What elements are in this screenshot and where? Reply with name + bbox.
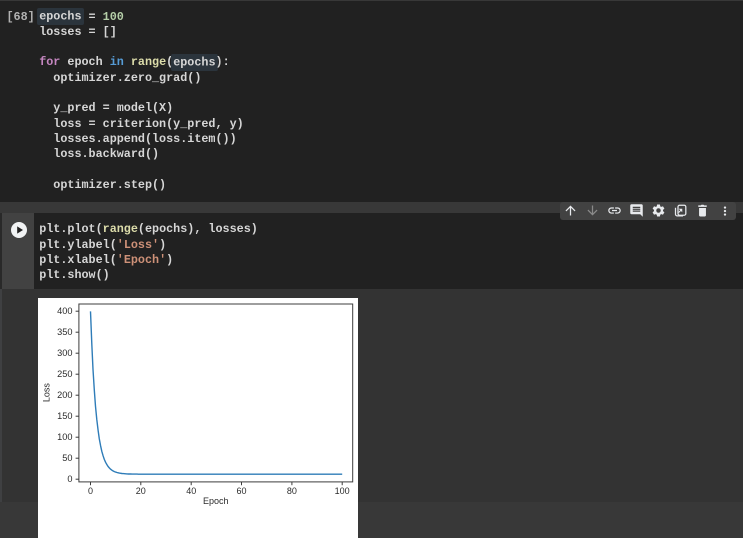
svg-text:60: 60	[236, 486, 246, 496]
svg-text:80: 80	[287, 486, 297, 496]
svg-text:150: 150	[57, 411, 72, 421]
svg-text:20: 20	[136, 486, 146, 496]
svg-text:100: 100	[334, 486, 349, 496]
svg-text:0: 0	[67, 474, 72, 484]
svg-text:300: 300	[57, 348, 72, 358]
svg-text:400: 400	[57, 306, 72, 316]
svg-text:Loss: Loss	[41, 382, 51, 402]
svg-text:200: 200	[57, 390, 72, 400]
svg-text:250: 250	[57, 369, 72, 379]
svg-text:100: 100	[57, 432, 72, 442]
svg-text:40: 40	[186, 486, 196, 496]
svg-text:350: 350	[57, 327, 72, 337]
svg-text:50: 50	[62, 453, 72, 463]
svg-text:0: 0	[88, 486, 93, 496]
